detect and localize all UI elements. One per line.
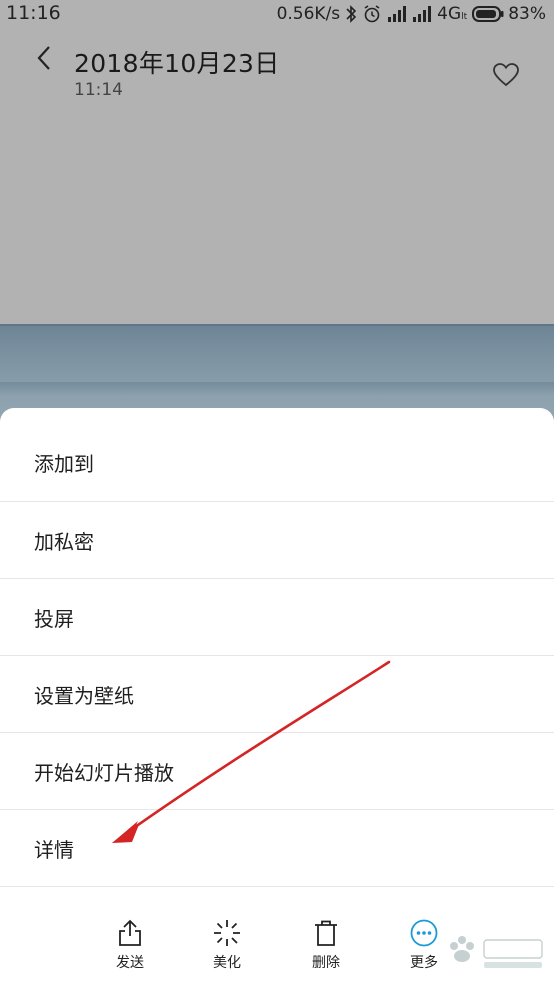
menu-item-make-private[interactable]: 加私密	[0, 502, 554, 579]
more-label: 更多	[410, 955, 438, 971]
heart-icon	[492, 62, 520, 92]
network-sub-label: lt	[461, 12, 468, 22]
status-bar: 11:16 0.56K/s 4Glt 83%	[0, 0, 554, 28]
menu-item-label: 投屏	[34, 606, 74, 631]
photo-header: 2018年10月23日 11:14	[0, 28, 554, 118]
magic-wand-icon	[212, 918, 242, 948]
watermark-logo	[450, 936, 543, 968]
menu-item-cast[interactable]: 投屏	[0, 579, 554, 656]
more-icon	[409, 918, 439, 948]
back-button[interactable]	[26, 42, 62, 78]
beautify-label: 美化	[213, 955, 241, 971]
delete-button[interactable]: 删除	[291, 918, 361, 972]
menu-item-label: 加私密	[34, 529, 94, 554]
beautify-button[interactable]: 美化	[192, 918, 262, 972]
more-options-sheet: 添加到 加私密 投屏 设置为壁纸 开始幻灯片播放 详情 发送 美化 删除 更多	[0, 408, 554, 991]
menu-item-label: 详情	[34, 837, 74, 862]
menu-item-label: 添加到	[34, 452, 94, 476]
network-type: 4Glt	[437, 4, 467, 24]
trash-icon	[311, 918, 341, 948]
share-icon	[115, 918, 145, 948]
menu-item-label: 开始幻灯片播放	[34, 760, 174, 785]
signal-icon	[412, 5, 432, 23]
network-speed: 0.56K/s	[276, 4, 341, 24]
status-indicators: 0.56K/s 4Glt 83%	[277, 2, 546, 26]
menu-item-set-wallpaper[interactable]: 设置为壁纸	[0, 656, 554, 733]
delete-label: 删除	[312, 955, 340, 971]
favorite-button[interactable]	[488, 60, 524, 94]
bluetooth-icon	[345, 4, 357, 24]
page-title: 2018年10月23日	[74, 49, 280, 78]
battery-icon	[472, 5, 504, 23]
back-icon	[36, 45, 52, 75]
menu-item-label: 设置为壁纸	[34, 683, 134, 708]
options-menu: 添加到 加私密 投屏 设置为壁纸 开始幻灯片播放 详情	[0, 424, 554, 887]
battery-percent: 83%	[508, 4, 546, 24]
send-label: 发送	[116, 955, 144, 971]
battery-indicator: 83%	[472, 4, 546, 24]
signal-icon	[387, 5, 407, 23]
alarm-icon	[362, 4, 382, 24]
status-time: 11:16	[6, 2, 61, 24]
menu-item-slideshow[interactable]: 开始幻灯片播放	[0, 733, 554, 810]
network-label: 4G	[437, 4, 462, 24]
send-button[interactable]: 发送	[95, 918, 165, 972]
menu-item-add-to[interactable]: 添加到	[0, 424, 554, 502]
page-subtitle: 11:14	[74, 80, 123, 100]
menu-item-details[interactable]: 详情	[0, 810, 554, 887]
